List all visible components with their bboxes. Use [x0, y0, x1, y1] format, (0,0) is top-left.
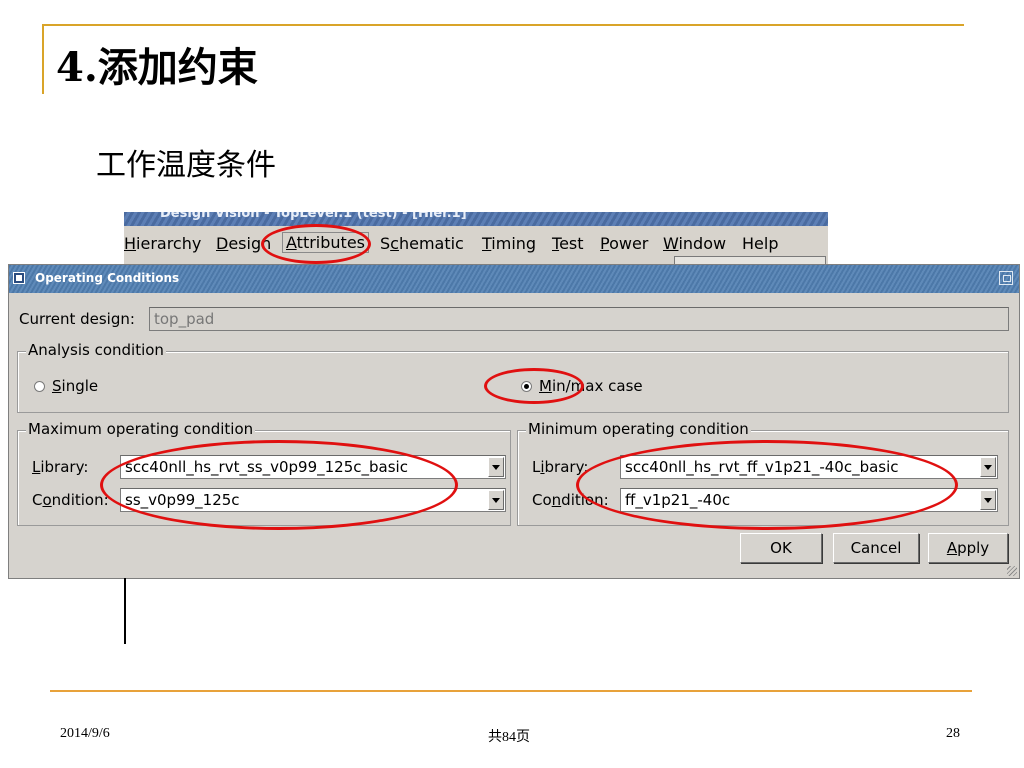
maximize-icon[interactable]: [999, 271, 1013, 285]
footer-page-count: 共84页: [488, 730, 530, 745]
apply-button[interactable]: Apply: [928, 533, 1008, 563]
window-menu-icon[interactable]: [13, 272, 25, 284]
chevron-down-icon[interactable]: [980, 457, 996, 477]
footer-rule: [50, 690, 972, 692]
min-library-select[interactable]: scc40nll_hs_rvt_ff_v1p21_-40c_basic: [620, 455, 998, 479]
menu-design[interactable]: Design: [216, 234, 271, 253]
menu-test[interactable]: Test: [552, 234, 584, 253]
min-condition-value: ff_v1p21_-40c: [625, 491, 731, 509]
max-condition-value: ss_v0p99_125c: [125, 491, 240, 509]
minmax-radio-label[interactable]: Min/max case: [539, 377, 643, 395]
main-window-titlebar: Design Vision - TopLevel.1 (test) - [Hie…: [124, 212, 828, 226]
min-library-label: Library:: [532, 458, 589, 476]
vertical-divider: [124, 578, 126, 644]
slide-subtitle: 工作温度条件: [96, 148, 276, 183]
dialog-title: Operating Conditions: [35, 271, 180, 285]
max-condition-select[interactable]: ss_v0p99_125c: [120, 488, 506, 512]
footer-date: 2014/9/6: [60, 726, 110, 741]
title-rule-top: [42, 24, 964, 26]
cancel-button[interactable]: Cancel: [833, 533, 919, 563]
main-menubar: Hierarchy Design Attributes Schematic Ti…: [124, 226, 828, 265]
title-rule-left: [42, 24, 44, 94]
resize-grip[interactable]: [1007, 566, 1017, 576]
max-condition-title: Maximum operating condition: [26, 420, 256, 438]
menu-power[interactable]: Power: [600, 234, 648, 253]
minmax-radio[interactable]: [521, 381, 532, 392]
single-radio-label[interactable]: Single: [52, 377, 98, 395]
max-library-value: scc40nll_hs_rvt_ss_v0p99_125c_basic: [125, 458, 408, 476]
analysis-condition-title: Analysis condition: [26, 341, 166, 359]
chevron-down-icon[interactable]: [980, 490, 996, 510]
min-condition-select[interactable]: ff_v1p21_-40c: [620, 488, 998, 512]
slide-title: 4.添加约束: [56, 44, 258, 91]
current-design-label: Current design:: [19, 310, 135, 328]
max-condition-group: Maximum operating condition Library: scc…: [17, 420, 511, 526]
chevron-down-icon[interactable]: [488, 457, 504, 477]
dialog-titlebar: Operating Conditions: [9, 265, 1019, 293]
max-library-label: Library:: [32, 458, 89, 476]
max-condition-label: Condition:: [32, 491, 109, 509]
current-design-field: top_pad: [149, 307, 1009, 331]
min-condition-label: Condition:: [532, 491, 609, 509]
chevron-down-icon[interactable]: [488, 490, 504, 510]
single-radio[interactable]: [34, 381, 45, 392]
min-condition-title: Minimum operating condition: [526, 420, 751, 438]
menu-window[interactable]: Window: [663, 234, 726, 253]
min-condition-group: Minimum operating condition Library: scc…: [517, 420, 1009, 526]
menu-schematic[interactable]: Schematic: [380, 234, 464, 253]
menu-help[interactable]: Help: [742, 234, 778, 253]
min-library-value: scc40nll_hs_rvt_ff_v1p21_-40c_basic: [625, 458, 899, 476]
operating-conditions-dialog: Operating Conditions Current design: top…: [8, 264, 1020, 579]
menu-hierarchy[interactable]: Hierarchy: [124, 234, 201, 253]
max-library-select[interactable]: scc40nll_hs_rvt_ss_v0p99_125c_basic: [120, 455, 506, 479]
menu-timing[interactable]: Timing: [482, 234, 536, 253]
analysis-condition-group: Analysis condition Single Min/max case: [17, 341, 1009, 413]
main-window-title: Design Vision - TopLevel.1 (test) - [Hie…: [160, 212, 467, 221]
footer-page-number: 28: [946, 726, 960, 741]
ok-button[interactable]: OK: [740, 533, 822, 563]
menu-attributes[interactable]: Attributes: [282, 232, 369, 253]
